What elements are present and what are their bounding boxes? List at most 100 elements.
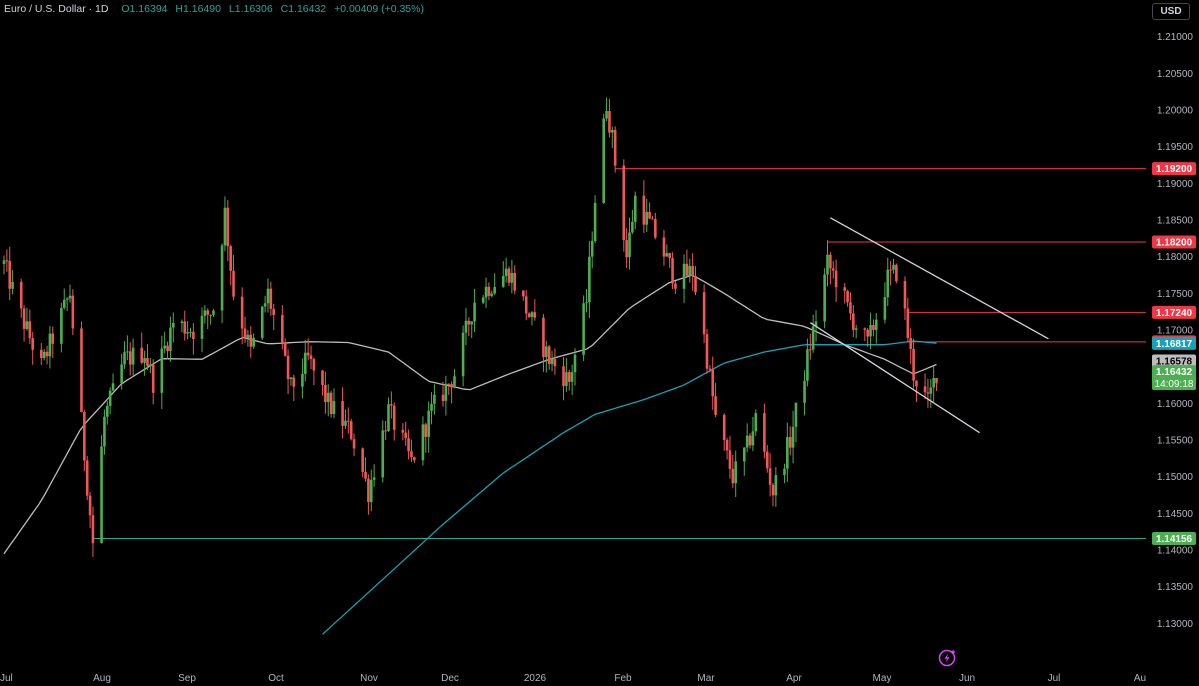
candle[interactable]: [450, 381, 453, 404]
candle[interactable]: [765, 444, 769, 473]
candle[interactable]: [329, 390, 333, 418]
candle[interactable]: [481, 294, 485, 305]
candle[interactable]: [774, 467, 778, 507]
candle[interactable]: [806, 338, 809, 387]
candle[interactable]: [421, 416, 425, 466]
candle[interactable]: [912, 338, 915, 389]
candle[interactable]: [788, 426, 792, 456]
candle[interactable]: [628, 217, 631, 270]
candle[interactable]: [490, 290, 494, 298]
candle[interactable]: [392, 402, 396, 441]
candle[interactable]: [232, 254, 235, 301]
candle[interactable]: [674, 281, 677, 295]
candle[interactable]: [189, 327, 192, 338]
candle[interactable]: [745, 423, 749, 453]
candle[interactable]: [611, 126, 614, 149]
candle[interactable]: [212, 309, 215, 317]
candle[interactable]: [390, 391, 393, 419]
candle[interactable]: [292, 374, 296, 402]
candle[interactable]: [203, 305, 207, 324]
candle[interactable]: [151, 359, 155, 405]
candle[interactable]: [585, 289, 588, 313]
candle[interactable]: [91, 506, 95, 557]
candle[interactable]: [530, 310, 534, 326]
candle[interactable]: [694, 266, 697, 296]
candle[interactable]: [372, 464, 376, 487]
candle[interactable]: [863, 327, 867, 341]
candle[interactable]: [593, 195, 597, 244]
candle[interactable]: [613, 126, 617, 173]
candle[interactable]: [131, 338, 135, 376]
candle[interactable]: [714, 382, 717, 418]
candle[interactable]: [40, 343, 43, 365]
candle[interactable]: [192, 323, 195, 355]
candle[interactable]: [369, 469, 373, 512]
candle[interactable]: [906, 297, 910, 343]
candle[interactable]: [926, 378, 930, 408]
candle[interactable]: [725, 437, 729, 460]
candle[interactable]: [430, 392, 433, 425]
candle[interactable]: [728, 435, 732, 479]
candle[interactable]: [734, 450, 737, 498]
candle[interactable]: [651, 215, 654, 220]
candle[interactable]: [668, 252, 671, 268]
candle[interactable]: [909, 328, 913, 365]
candle[interactable]: [286, 349, 290, 395]
candle[interactable]: [645, 198, 649, 233]
candle[interactable]: [461, 325, 465, 387]
candle[interactable]: [312, 357, 316, 386]
candle[interactable]: [200, 307, 204, 353]
candle[interactable]: [48, 326, 52, 369]
candle[interactable]: [493, 273, 496, 296]
candle[interactable]: [742, 447, 746, 476]
candle[interactable]: [364, 457, 367, 482]
candle[interactable]: [220, 243, 224, 324]
candle[interactable]: [352, 433, 356, 457]
candle[interactable]: [823, 268, 826, 329]
candle[interactable]: [866, 328, 869, 347]
candle[interactable]: [834, 259, 838, 302]
candle[interactable]: [143, 350, 146, 376]
candle[interactable]: [846, 289, 849, 307]
candle[interactable]: [622, 159, 626, 252]
candle[interactable]: [229, 244, 232, 286]
candle[interactable]: [754, 409, 758, 436]
candle[interactable]: [301, 358, 304, 399]
price-label-0[interactable]: 1.19200: [1152, 162, 1196, 176]
candle[interactable]: [223, 196, 227, 252]
candle[interactable]: [65, 297, 69, 312]
trendline-1[interactable]: [809, 322, 980, 434]
candle[interactable]: [467, 317, 471, 337]
candle[interactable]: [140, 332, 144, 365]
candle[interactable]: [550, 351, 554, 372]
price-label-6[interactable]: 1.1643214:09:18: [1152, 365, 1196, 391]
candle[interactable]: [470, 321, 474, 339]
price-chart[interactable]: 1.21000 1.20500 1.20000 1.19500 1.19000 1.185…: [0, 0, 1199, 686]
candle[interactable]: [685, 249, 689, 277]
candle[interactable]: [160, 335, 164, 409]
candle[interactable]: [128, 342, 132, 376]
candle[interactable]: [484, 277, 488, 309]
candle[interactable]: [367, 474, 370, 515]
price-label-1[interactable]: 1.18200: [1152, 235, 1196, 249]
candle[interactable]: [553, 348, 557, 375]
candle[interactable]: [149, 357, 152, 374]
candle[interactable]: [648, 202, 651, 220]
candle[interactable]: [123, 341, 126, 369]
price-label-2[interactable]: 1.17240: [1152, 305, 1196, 319]
candle[interactable]: [487, 282, 491, 301]
candle[interactable]: [567, 369, 571, 391]
candle[interactable]: [602, 114, 605, 204]
candle[interactable]: [605, 97, 608, 122]
candle[interactable]: [542, 314, 545, 372]
candle[interactable]: [226, 200, 230, 262]
candle[interactable]: [874, 312, 878, 344]
candle[interactable]: [324, 371, 327, 414]
candle[interactable]: [625, 228, 628, 268]
candle[interactable]: [849, 292, 852, 321]
candle[interactable]: [62, 288, 66, 310]
candle[interactable]: [444, 375, 448, 416]
candle[interactable]: [272, 303, 276, 331]
candle[interactable]: [872, 319, 875, 337]
candle[interactable]: [146, 344, 149, 371]
